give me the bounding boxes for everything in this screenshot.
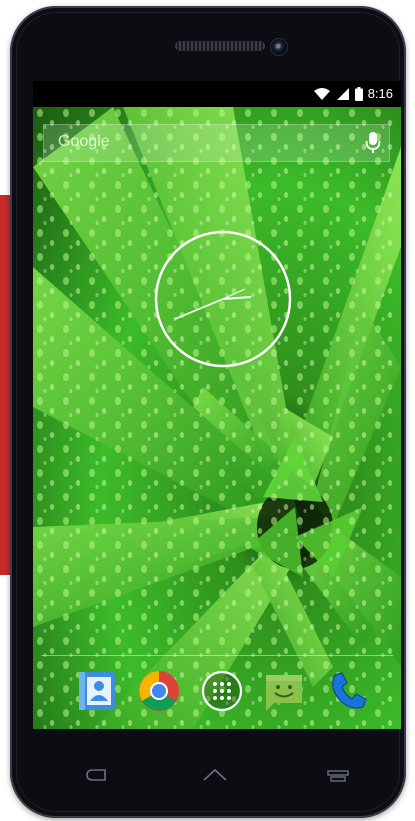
- back-icon[interactable]: [85, 768, 107, 782]
- analog-clock-widget[interactable]: [153, 229, 293, 369]
- front-camera: [270, 38, 288, 56]
- mic-icon[interactable]: [365, 131, 381, 155]
- chrome-icon[interactable]: [137, 669, 181, 713]
- home-icon[interactable]: [202, 768, 228, 782]
- signal-icon: [336, 87, 349, 100]
- app-dock: [33, 665, 401, 723]
- dock-divider: [41, 655, 393, 656]
- app-drawer-icon[interactable]: [200, 669, 244, 713]
- recent-apps-icon[interactable]: [327, 770, 349, 782]
- messaging-icon[interactable]: [262, 669, 306, 713]
- earpiece-speaker: [175, 41, 265, 51]
- battery-icon: [354, 86, 363, 101]
- phone-screen: 8:16 Google: [33, 81, 401, 729]
- contacts-icon[interactable]: [75, 669, 119, 713]
- phone-icon[interactable]: [325, 669, 369, 713]
- status-time: 8:16: [367, 86, 393, 101]
- search-label: Google: [58, 133, 110, 150]
- wifi-icon: [313, 87, 330, 100]
- phone-device: 8:16 Google: [10, 6, 406, 818]
- google-search-bar[interactable]: Google: [43, 124, 390, 162]
- status-bar: 8:16: [33, 81, 401, 107]
- wallpaper-green-plant: [33, 107, 401, 729]
- clock-minute-hand: [174, 298, 224, 320]
